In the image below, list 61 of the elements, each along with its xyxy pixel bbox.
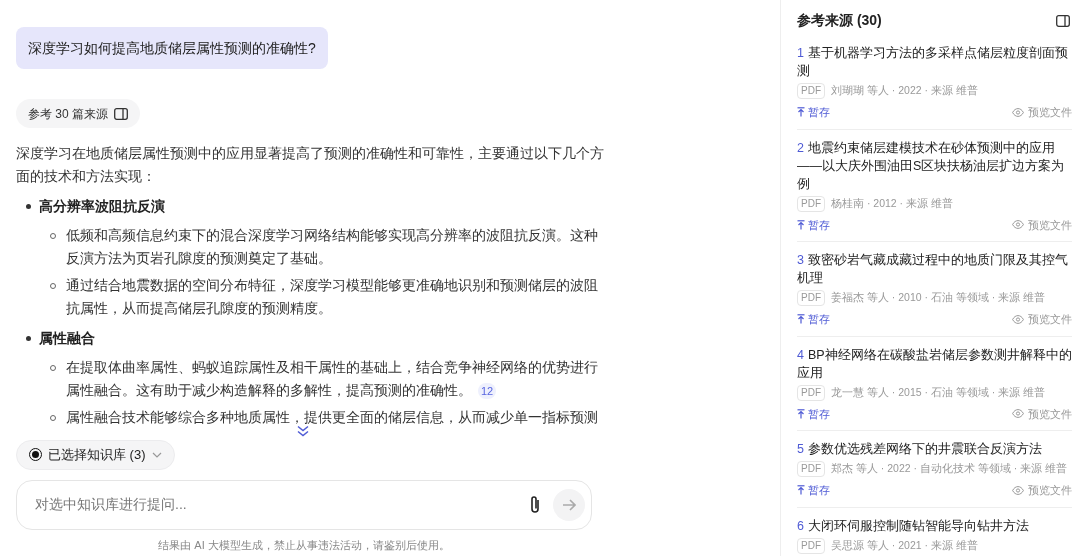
disclaimer: 结果由 AI 大模型生成，禁止从事违法活动，请鉴别后使用。 — [157, 537, 451, 553]
save-button[interactable]: 暂存 — [797, 311, 830, 328]
citation-link[interactable]: 12 — [478, 383, 497, 399]
preview-button[interactable]: 预览文件 — [1012, 405, 1072, 422]
save-button[interactable]: 暂存 — [797, 482, 830, 499]
source-title[interactable]: 3 致密砂岩气藏成藏过程中的地质门限及其控气机理 — [797, 251, 1072, 287]
save-button[interactable]: 暂存 — [797, 216, 830, 233]
panel-title: 参考来源 (30) — [797, 11, 882, 30]
eye-icon — [1012, 485, 1024, 495]
knowledge-base-selector[interactable]: 已选择知识库 (3) — [16, 439, 175, 470]
eye-icon — [1012, 220, 1024, 230]
answer-intro: 深度学习在地质储层属性预测中的应用显著提高了预测的准确性和可靠性，主要通过以下几个方面的技术和方法实现： — [16, 144, 605, 186]
preview-button[interactable]: 预览文件 — [1012, 104, 1072, 121]
preview-button[interactable]: 预览文件 — [1012, 216, 1072, 233]
bullet-icon — [26, 335, 31, 341]
question-field[interactable]: 对选中知识库进行提问... — [16, 479, 592, 530]
answer-point: 低频和高频信息约束下的混合深度学习网络结构能够实现高分辨率的波阻抗反演。这种反演方法为页岩孔隙度的预测奠定了基础。 — [66, 226, 599, 268]
answer-point: 通过结合地震数据的空间分布特征，深度学习模型能够更准确地识别和预测储层的波阻抗属性，从而提高储层孔隙度的预测精度。 — [66, 276, 599, 318]
preview-button[interactable]: 预览文件 — [1012, 482, 1072, 499]
source-title[interactable]: 6 大闭环伺服控制随钻智能导向钻井方法 — [797, 516, 1072, 535]
upload-arrow-icon — [797, 107, 805, 118]
section-heading: 高分辨率波阻抗反演 — [39, 197, 165, 216]
source-meta: 龙一慧 等人 · 2015 · 石油 等领域 · 来源 维普 — [831, 384, 1046, 400]
eye-icon — [1012, 409, 1024, 419]
upload-arrow-icon — [797, 314, 805, 325]
source-meta: 杨桂南 · 2012 · 来源 维普 — [831, 195, 953, 211]
sources-chip[interactable]: 参考 30 篇来源 — [16, 99, 140, 128]
eye-icon — [1012, 107, 1024, 117]
pdf-tag: PDF — [797, 537, 825, 554]
preview-button[interactable]: 预览文件 — [1012, 311, 1072, 328]
save-button[interactable]: 暂存 — [797, 104, 830, 121]
pdf-tag: PDF — [797, 83, 825, 99]
pdf-tag: PDF — [797, 461, 825, 477]
upload-arrow-icon — [797, 408, 805, 419]
source-title[interactable]: 4 BP神经网络在碳酸盐岩储层参数测井解释中的应用 — [797, 345, 1072, 382]
question-input[interactable]: 对选中知识库进行提问... — [35, 494, 529, 515]
source-title[interactable]: 1 基于机器学习方法的多采样点储层粒度剖面预测 — [797, 44, 1072, 80]
pdf-tag: PDF — [797, 195, 825, 212]
section-heading: 属性融合 — [39, 329, 95, 348]
answer-point: 在提取体曲率属性、蚂蚁追踪属性及相干属性的基础上，结合竞争神经网络的优势进行属性融合。这有助于减少构造解释的多解性，提高预测的准确性。 12 — [66, 358, 599, 401]
save-button[interactable]: 暂存 — [797, 405, 830, 422]
source-title[interactable]: 2 地震约束储层建模技术在砂体预测中的应用——以大庆外围油田S区块扶杨油层扩边方案为例 — [797, 138, 1072, 193]
upload-arrow-icon — [797, 485, 805, 496]
bullet-icon — [26, 203, 31, 209]
source-meta: 姜福杰 等人 · 2010 · 石油 等领域 · 来源 维普 — [831, 290, 1046, 306]
source-meta: 郑杰 等人 · 2022 · 自动化技术 等领域 · 来源 维普 — [831, 461, 1068, 477]
paperclip-icon[interactable] — [529, 494, 541, 515]
arrow-right-icon — [562, 498, 576, 511]
panel-icon — [114, 107, 128, 120]
pdf-tag: PDF — [797, 384, 825, 401]
eye-icon — [1012, 314, 1024, 324]
upload-arrow-icon — [797, 219, 805, 230]
answer-point: 属性融合技术能够综合多种地质属性，提供更全面的储层信息，从而减少单一指标预测 — [66, 408, 598, 427]
question-bubble: 深度学习如何提高地质储层属性预测的准确性? — [16, 27, 328, 69]
scroll-down-icon[interactable] — [296, 424, 310, 437]
source-title[interactable]: 5 参数优选残差网络下的井震联合反演方法 — [797, 440, 1072, 458]
source-meta: 刘瑚瑚 等人 · 2022 · 来源 维普 — [831, 83, 978, 99]
chevron-down-icon — [151, 451, 162, 458]
pdf-tag: PDF — [797, 290, 825, 306]
source-meta: 吴思源 等人 · 2021 · 来源 维普 — [831, 537, 978, 553]
panel-toggle-icon — [1056, 14, 1070, 27]
